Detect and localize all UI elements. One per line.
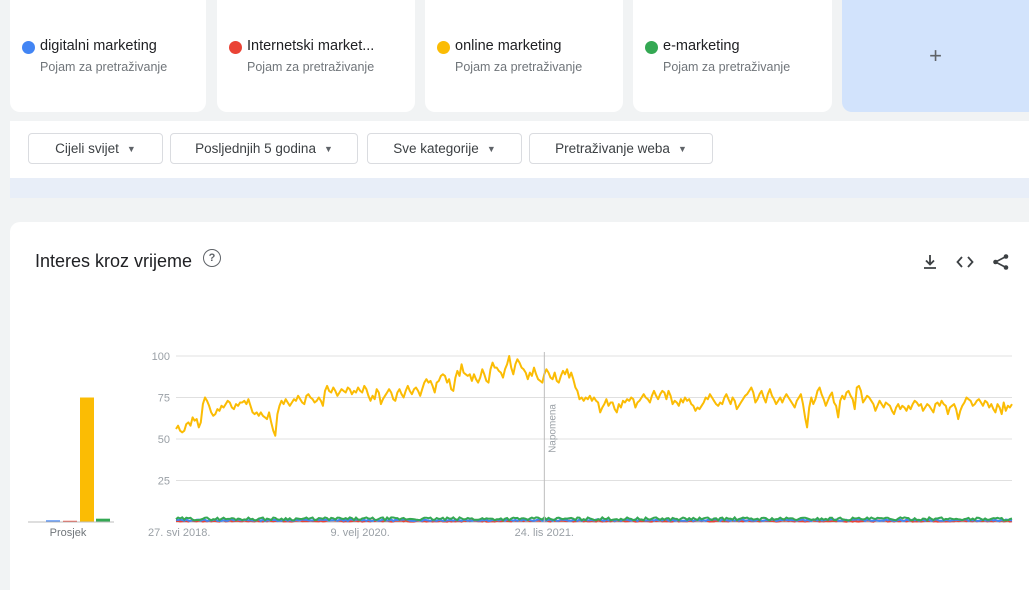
average-bar-3 — [80, 397, 94, 522]
x-axis-labels: 27. svi 2018. 9. velj 2020. 24. lis 2021. — [148, 527, 574, 539]
average-label: Prosjek — [50, 527, 87, 539]
y-tick-label: 100 — [152, 351, 170, 363]
add-comparison-button[interactable]: + — [842, 0, 1029, 112]
term-label: e-marketing — [663, 38, 740, 54]
time-range-dropdown[interactable]: Posljednjih 5 godina ▼ — [170, 133, 358, 164]
term-card-internetski-marketing[interactable]: Internetski market... Pojam za pretraživ… — [217, 0, 415, 112]
term-type-label: Pojam za pretraživanje — [40, 60, 168, 74]
y-tick-label: 75 — [158, 393, 170, 405]
chevron-down-icon: ▼ — [126, 144, 136, 154]
y-tick-label: 50 — [158, 434, 170, 446]
series-color-dot — [22, 41, 35, 54]
term-card-online-marketing[interactable]: online marketing Pojam za pretraživanje — [425, 0, 623, 112]
series-color-dot — [645, 41, 658, 54]
term-type-label: Pojam za pretraživanje — [247, 60, 375, 74]
term-label: Internetski market... — [247, 38, 375, 54]
y-axis-labels: 25 50 75 100 — [152, 351, 170, 488]
series-color-dot — [437, 41, 450, 54]
chart-gridlines — [176, 355, 1012, 523]
annotation-label: Napomena — [547, 404, 558, 453]
series-line-online-marketing — [175, 355, 1013, 437]
search-terms-row: digitalni marketing Pojam za pretraživan… — [0, 0, 1029, 112]
chevron-down-icon: ▼ — [677, 144, 687, 154]
term-label: digitalni marketing — [40, 38, 157, 54]
term-type-label: Pojam za pretraživanje — [455, 60, 583, 74]
section-divider — [10, 178, 1029, 198]
average-bars — [28, 397, 114, 523]
x-tick-label: 9. velj 2020. — [331, 527, 390, 539]
region-dropdown[interactable]: Cijeli svijet ▼ — [28, 133, 163, 164]
chevron-down-icon: ▼ — [323, 144, 333, 154]
interest-line-chart: Prosjek 25 50 75 100 27. svi 2018. 9. velj 2… — [28, 351, 1013, 539]
term-card-e-marketing[interactable]: e-marketing Pojam za pretraživanje — [633, 0, 832, 112]
region-dropdown-label: Cijeli svijet — [55, 141, 119, 156]
filter-bar: Cijeli svijet ▼ Posljednjih 5 godina ▼ Sve… — [10, 121, 1029, 178]
search-type-dropdown-label: Pretraživanje weba — [555, 141, 670, 156]
term-type-label: Pojam za pretraživanje — [663, 60, 791, 74]
category-dropdown[interactable]: Sve kategorije ▼ — [367, 133, 522, 164]
search-type-dropdown[interactable]: Pretraživanje weba ▼ — [529, 133, 713, 164]
x-tick-label: 27. svi 2018. — [148, 527, 210, 539]
y-tick-label: 25 — [158, 476, 170, 488]
term-card-digitalni-marketing[interactable]: digitalni marketing Pojam za pretraživan… — [10, 0, 206, 112]
x-tick-label: 24. lis 2021. — [515, 527, 574, 539]
term-label: online marketing — [455, 38, 562, 54]
chevron-down-icon: ▼ — [486, 144, 496, 154]
series-color-dot — [229, 41, 242, 54]
interest-over-time-card: Interes kroz vrijeme ? Prosjek 25 50 75 100… — [10, 222, 1029, 590]
time-range-dropdown-label: Posljednjih 5 godina — [195, 141, 316, 156]
category-dropdown-label: Sve kategorije — [393, 141, 479, 156]
